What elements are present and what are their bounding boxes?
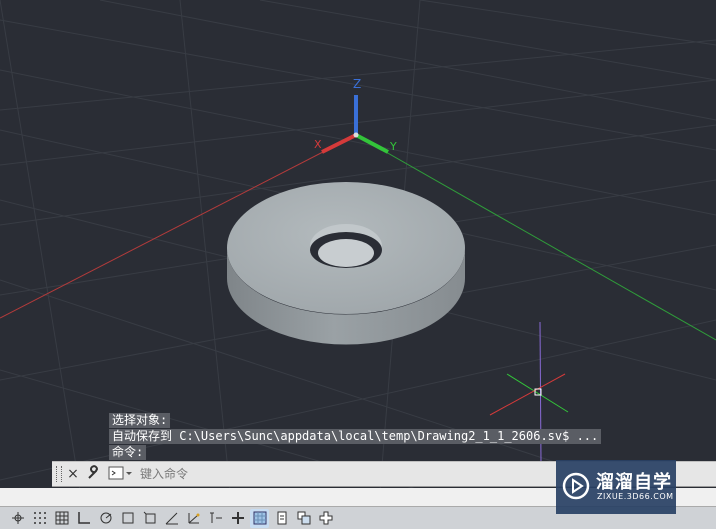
watermark-url: ZIXUE.3D66.COM: [597, 492, 674, 501]
annotation-monitor-icon[interactable]: [316, 509, 335, 528]
play-logo-icon: [562, 472, 590, 500]
command-prompt-icon[interactable]: [108, 465, 134, 483]
axis-label-x: X: [314, 138, 322, 151]
axis-label-y: Y: [389, 140, 397, 153]
ortho-icon[interactable]: [74, 509, 93, 528]
quick-properties-icon[interactable]: [272, 509, 291, 528]
snap-icon[interactable]: [30, 509, 49, 528]
ducs-icon[interactable]: [184, 509, 203, 528]
transparency-icon[interactable]: [250, 508, 269, 528]
drag-handle[interactable]: [56, 466, 62, 482]
watermark-title: 溜溜自学: [596, 472, 672, 493]
dyn-icon[interactable]: [206, 509, 225, 528]
3d-viewport[interactable]: Z X Y: [0, 0, 716, 490]
command-history-line: 选择对象:: [109, 413, 171, 428]
grid-icon[interactable]: [52, 509, 71, 528]
lineweight-icon[interactable]: [228, 509, 247, 528]
osnap-icon[interactable]: [118, 509, 137, 528]
model-space-icon[interactable]: [8, 509, 27, 528]
washer-3d-solid[interactable]: [227, 182, 465, 345]
watermark: 溜溜自学 ZIXUE.3D66.COM: [556, 460, 676, 514]
command-history-line: 命令:: [109, 445, 147, 460]
command-history-line: 自动保存到 C:\Users\Sunc\appdata\local\temp\D…: [109, 429, 602, 444]
wrench-icon[interactable]: [85, 465, 103, 483]
selection-cycling-icon[interactable]: [294, 509, 313, 528]
3d-osnap-icon[interactable]: [140, 509, 159, 528]
close-icon[interactable]: ×: [64, 465, 82, 483]
polar-icon[interactable]: [96, 509, 115, 528]
command-input[interactable]: [140, 465, 580, 483]
axis-label-z: Z: [353, 77, 361, 91]
otrack-icon[interactable]: [162, 509, 181, 528]
